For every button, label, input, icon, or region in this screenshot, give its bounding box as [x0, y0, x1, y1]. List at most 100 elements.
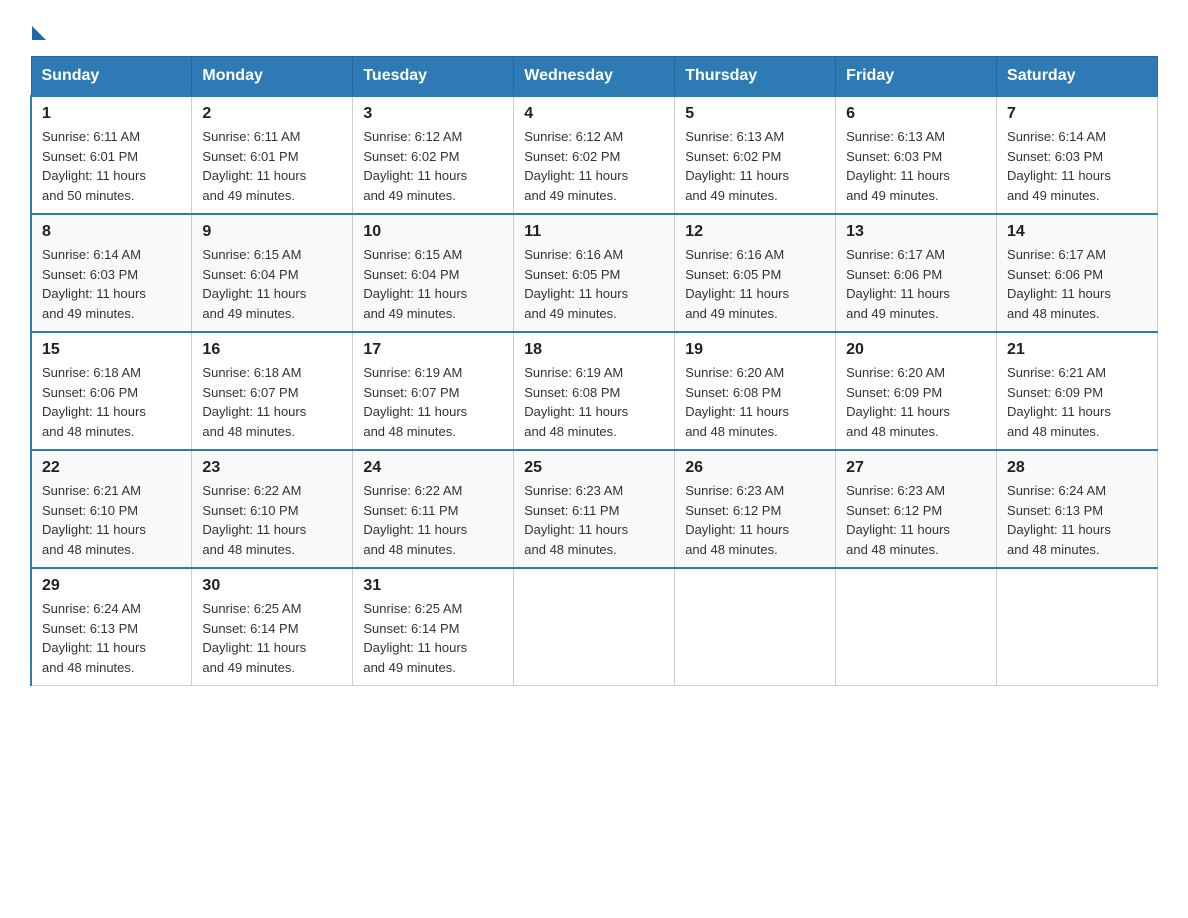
calendar-cell: 6 Sunrise: 6:13 AM Sunset: 6:03 PM Daylig…	[836, 96, 997, 214]
weekday-header-saturday: Saturday	[997, 57, 1158, 97]
day-number: 26	[685, 459, 825, 477]
day-info: Sunrise: 6:18 AM Sunset: 6:06 PM Dayligh…	[42, 363, 181, 441]
day-info: Sunrise: 6:20 AM Sunset: 6:08 PM Dayligh…	[685, 363, 825, 441]
day-number: 5	[685, 105, 825, 123]
day-number: 15	[42, 341, 181, 359]
day-info: Sunrise: 6:18 AM Sunset: 6:07 PM Dayligh…	[202, 363, 342, 441]
day-number: 2	[202, 105, 342, 123]
day-number: 4	[524, 105, 664, 123]
calendar-cell	[836, 568, 997, 686]
day-number: 24	[363, 459, 503, 477]
day-info: Sunrise: 6:16 AM Sunset: 6:05 PM Dayligh…	[524, 245, 664, 323]
calendar-cell: 30 Sunrise: 6:25 AM Sunset: 6:14 PM Dayli…	[192, 568, 353, 686]
day-number: 14	[1007, 223, 1147, 241]
day-info: Sunrise: 6:23 AM Sunset: 6:11 PM Dayligh…	[524, 481, 664, 559]
day-number: 8	[42, 223, 181, 241]
day-info: Sunrise: 6:20 AM Sunset: 6:09 PM Dayligh…	[846, 363, 986, 441]
day-info: Sunrise: 6:23 AM Sunset: 6:12 PM Dayligh…	[846, 481, 986, 559]
day-info: Sunrise: 6:24 AM Sunset: 6:13 PM Dayligh…	[42, 599, 181, 677]
calendar-cell: 1 Sunrise: 6:11 AM Sunset: 6:01 PM Daylig…	[31, 96, 192, 214]
day-number: 18	[524, 341, 664, 359]
weekday-header-monday: Monday	[192, 57, 353, 97]
calendar-cell: 26 Sunrise: 6:23 AM Sunset: 6:12 PM Dayli…	[675, 450, 836, 568]
calendar-week-row: 8 Sunrise: 6:14 AM Sunset: 6:03 PM Daylig…	[31, 214, 1158, 332]
day-number: 21	[1007, 341, 1147, 359]
day-number: 1	[42, 105, 181, 123]
weekday-header-thursday: Thursday	[675, 57, 836, 97]
calendar-cell: 15 Sunrise: 6:18 AM Sunset: 6:06 PM Dayli…	[31, 332, 192, 450]
day-info: Sunrise: 6:14 AM Sunset: 6:03 PM Dayligh…	[1007, 127, 1147, 205]
day-info: Sunrise: 6:25 AM Sunset: 6:14 PM Dayligh…	[363, 599, 503, 677]
calendar-cell: 23 Sunrise: 6:22 AM Sunset: 6:10 PM Dayli…	[192, 450, 353, 568]
day-number: 22	[42, 459, 181, 477]
day-info: Sunrise: 6:21 AM Sunset: 6:10 PM Dayligh…	[42, 481, 181, 559]
calendar-cell: 7Sunrise: 6:14 AM Sunset: 6:03 PM Daylig…	[997, 96, 1158, 214]
day-info: Sunrise: 6:15 AM Sunset: 6:04 PM Dayligh…	[202, 245, 342, 323]
calendar-week-row: 22 Sunrise: 6:21 AM Sunset: 6:10 PM Dayli…	[31, 450, 1158, 568]
day-number: 16	[202, 341, 342, 359]
calendar-cell: 2 Sunrise: 6:11 AM Sunset: 6:01 PM Daylig…	[192, 96, 353, 214]
calendar-cell: 19 Sunrise: 6:20 AM Sunset: 6:08 PM Dayli…	[675, 332, 836, 450]
day-number: 6	[846, 105, 986, 123]
calendar-cell: 20 Sunrise: 6:20 AM Sunset: 6:09 PM Dayli…	[836, 332, 997, 450]
calendar-cell: 24Sunrise: 6:22 AM Sunset: 6:11 PM Dayli…	[353, 450, 514, 568]
weekday-header-friday: Friday	[836, 57, 997, 97]
day-info: Sunrise: 6:22 AM Sunset: 6:10 PM Dayligh…	[202, 481, 342, 559]
calendar-cell: 18 Sunrise: 6:19 AM Sunset: 6:08 PM Dayli…	[514, 332, 675, 450]
calendar-cell: 28 Sunrise: 6:24 AM Sunset: 6:13 PM Dayli…	[997, 450, 1158, 568]
day-number: 20	[846, 341, 986, 359]
day-number: 27	[846, 459, 986, 477]
day-info: Sunrise: 6:13 AM Sunset: 6:03 PM Dayligh…	[846, 127, 986, 205]
day-number: 31	[363, 577, 503, 595]
calendar-cell: 12Sunrise: 6:16 AM Sunset: 6:05 PM Dayli…	[675, 214, 836, 332]
day-info: Sunrise: 6:19 AM Sunset: 6:07 PM Dayligh…	[363, 363, 503, 441]
day-number: 17	[363, 341, 503, 359]
calendar-cell: 16 Sunrise: 6:18 AM Sunset: 6:07 PM Dayli…	[192, 332, 353, 450]
calendar-cell: 5 Sunrise: 6:13 AM Sunset: 6:02 PM Daylig…	[675, 96, 836, 214]
day-number: 25	[524, 459, 664, 477]
day-number: 3	[363, 105, 503, 123]
calendar-table: SundayMondayTuesdayWednesdayThursdayFrid…	[30, 56, 1158, 686]
day-info: Sunrise: 6:23 AM Sunset: 6:12 PM Dayligh…	[685, 481, 825, 559]
day-info: Sunrise: 6:25 AM Sunset: 6:14 PM Dayligh…	[202, 599, 342, 677]
calendar-cell	[514, 568, 675, 686]
calendar-header-row: SundayMondayTuesdayWednesdayThursdayFrid…	[31, 57, 1158, 97]
day-info: Sunrise: 6:11 AM Sunset: 6:01 PM Dayligh…	[42, 127, 181, 205]
day-number: 30	[202, 577, 342, 595]
day-number: 28	[1007, 459, 1147, 477]
calendar-week-row: 1 Sunrise: 6:11 AM Sunset: 6:01 PM Daylig…	[31, 96, 1158, 214]
day-info: Sunrise: 6:21 AM Sunset: 6:09 PM Dayligh…	[1007, 363, 1147, 441]
page-header	[30, 20, 1158, 38]
calendar-cell: 22 Sunrise: 6:21 AM Sunset: 6:10 PM Dayli…	[31, 450, 192, 568]
calendar-cell: 17 Sunrise: 6:19 AM Sunset: 6:07 PM Dayli…	[353, 332, 514, 450]
day-number: 11	[524, 223, 664, 241]
calendar-cell: 3Sunrise: 6:12 AM Sunset: 6:02 PM Daylig…	[353, 96, 514, 214]
day-number: 9	[202, 223, 342, 241]
calendar-cell: 31 Sunrise: 6:25 AM Sunset: 6:14 PM Dayli…	[353, 568, 514, 686]
day-info: Sunrise: 6:15 AM Sunset: 6:04 PM Dayligh…	[363, 245, 503, 323]
calendar-cell: 25 Sunrise: 6:23 AM Sunset: 6:11 PM Dayli…	[514, 450, 675, 568]
weekday-header-sunday: Sunday	[31, 57, 192, 97]
calendar-cell: 21 Sunrise: 6:21 AM Sunset: 6:09 PM Dayli…	[997, 332, 1158, 450]
logo-triangle-icon	[32, 26, 46, 40]
day-number: 19	[685, 341, 825, 359]
logo	[30, 20, 46, 38]
calendar-cell: 11 Sunrise: 6:16 AM Sunset: 6:05 PM Dayli…	[514, 214, 675, 332]
calendar-cell: 10 Sunrise: 6:15 AM Sunset: 6:04 PM Dayli…	[353, 214, 514, 332]
day-info: Sunrise: 6:24 AM Sunset: 6:13 PM Dayligh…	[1007, 481, 1147, 559]
day-info: Sunrise: 6:19 AM Sunset: 6:08 PM Dayligh…	[524, 363, 664, 441]
day-info: Sunrise: 6:17 AM Sunset: 6:06 PM Dayligh…	[846, 245, 986, 323]
day-info: Sunrise: 6:14 AM Sunset: 6:03 PM Dayligh…	[42, 245, 181, 323]
calendar-cell: 29Sunrise: 6:24 AM Sunset: 6:13 PM Dayli…	[31, 568, 192, 686]
day-info: Sunrise: 6:11 AM Sunset: 6:01 PM Dayligh…	[202, 127, 342, 205]
calendar-week-row: 29Sunrise: 6:24 AM Sunset: 6:13 PM Dayli…	[31, 568, 1158, 686]
day-info: Sunrise: 6:13 AM Sunset: 6:02 PM Dayligh…	[685, 127, 825, 205]
day-info: Sunrise: 6:16 AM Sunset: 6:05 PM Dayligh…	[685, 245, 825, 323]
calendar-week-row: 15 Sunrise: 6:18 AM Sunset: 6:06 PM Dayli…	[31, 332, 1158, 450]
calendar-cell: 14Sunrise: 6:17 AM Sunset: 6:06 PM Dayli…	[997, 214, 1158, 332]
day-number: 23	[202, 459, 342, 477]
calendar-cell: 13Sunrise: 6:17 AM Sunset: 6:06 PM Dayli…	[836, 214, 997, 332]
calendar-cell: 4Sunrise: 6:12 AM Sunset: 6:02 PM Daylig…	[514, 96, 675, 214]
day-number: 10	[363, 223, 503, 241]
calendar-cell	[675, 568, 836, 686]
